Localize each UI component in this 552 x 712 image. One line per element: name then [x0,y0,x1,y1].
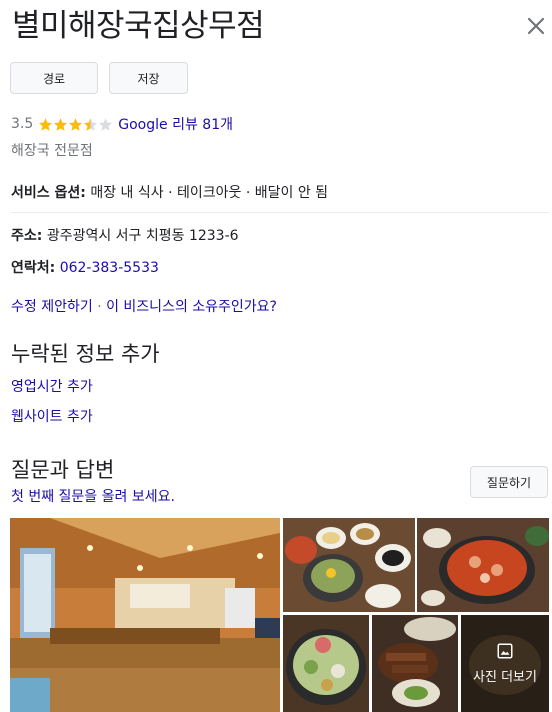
star-half-icon [84,117,98,131]
more-photos-overlay: 사진 더보기 [461,615,549,712]
address-row: 주소: 광주광역시 서구 치평동 1233-6 [11,225,239,245]
photo-library-icon [497,643,513,659]
star-empty-icon [99,117,113,131]
phone-link[interactable]: 062-383-5533 [60,260,159,276]
more-photos-button[interactable]: 사진 더보기 [461,615,549,712]
suggest-edit-link[interactable]: 수정 제안하기 [11,299,93,315]
service-options: 서비스 옵션: 매장 내 식사 · 테이크아웃 · 배달이 안 됨 [11,182,328,202]
phone-row: 연락처: 062-383-5533 [11,257,159,277]
photo-stew[interactable] [417,518,549,612]
rating-row: 3.5 Google 리뷰 81개 [11,113,233,135]
photo-side-dishes[interactable] [283,518,415,612]
missing-info-heading: 누락된 정보 추가 [11,342,160,366]
close-button[interactable] [522,12,550,40]
add-hours-link[interactable]: 영업시간 추가 [11,376,93,396]
more-photos-label: 사진 더보기 [473,670,537,685]
phone-label: 연락처: [11,260,56,276]
first-question-link[interactable]: 첫 번째 질문을 올려 보세요. [11,486,175,506]
place-title: 별미해장국집상무점 [12,8,265,44]
category-label: 해장국 전문점 [11,143,93,159]
star-full-icon [54,117,68,131]
directions-button[interactable]: 경로 [10,62,98,94]
owner-link[interactable]: 이 비즈니스의 소유주인가요? [106,299,277,315]
ask-question-button[interactable]: 질문하기 [470,466,548,498]
address-value[interactable]: 광주광역시 서구 치평동 1233-6 [47,228,239,244]
photo-grilled-meat[interactable] [372,615,458,712]
rating-value: 3.5 [11,116,34,132]
address-label: 주소: [11,228,43,244]
save-button[interactable]: 저장 [109,62,188,94]
service-options-value: 매장 내 식사 · 테이크아웃 · 배달이 안 됨 [90,185,329,201]
star-rating [38,117,113,132]
reviews-link[interactable]: Google 리뷰 81개 [118,114,233,134]
divider [11,212,549,213]
star-full-icon [39,117,53,131]
add-website-link[interactable]: 웹사이트 추가 [11,406,93,426]
service-options-label: 서비스 옵션: [11,185,86,201]
qa-heading: 질문과 답변 [11,458,115,482]
star-full-icon [69,117,83,131]
photo-bibimbap[interactable] [283,615,369,712]
separator: · [97,299,102,315]
close-icon [527,17,545,35]
suggest-row: 수정 제안하기 · 이 비즈니스의 소유주인가요? [11,296,277,316]
photo-interior[interactable] [10,518,280,712]
